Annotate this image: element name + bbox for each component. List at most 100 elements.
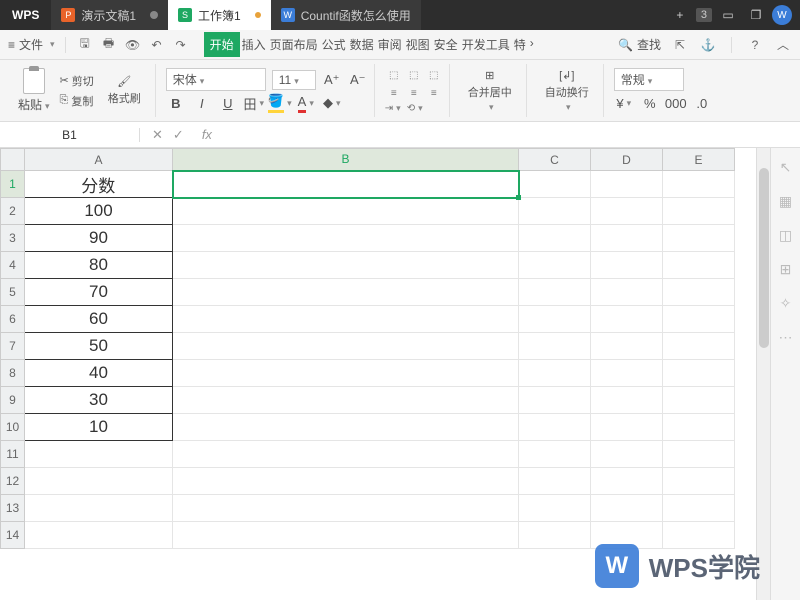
cell[interactable] [591, 333, 663, 360]
cell[interactable] [173, 522, 519, 549]
decrease-font-icon[interactable]: A⁻ [348, 70, 368, 90]
col-header-B[interactable]: B [173, 149, 519, 171]
cell[interactable] [519, 252, 591, 279]
align-center-icon[interactable]: ≡ [405, 85, 423, 101]
window-icon[interactable]: ❐ [744, 3, 768, 27]
row-header[interactable]: 7 [1, 333, 25, 360]
row-header[interactable]: 3 [1, 225, 25, 252]
cell[interactable] [173, 252, 519, 279]
cell-style-button[interactable]: ◆ [322, 93, 342, 113]
cell[interactable] [25, 522, 173, 549]
indent-button[interactable]: ⇥ [385, 103, 401, 114]
tab-help[interactable]: W Countif函数怎么使用 [271, 0, 421, 30]
tab-data[interactable]: 数据 [348, 32, 376, 57]
decrease-decimal-icon[interactable]: .0 [692, 93, 712, 113]
cell[interactable] [591, 468, 663, 495]
redo-icon[interactable]: ↷ [172, 36, 190, 54]
cell[interactable] [173, 279, 519, 306]
border-button[interactable]: 田 [244, 93, 264, 113]
tab-dev[interactable]: 开发工具 [460, 32, 512, 57]
row-header[interactable]: 5 [1, 279, 25, 306]
cell[interactable] [519, 225, 591, 252]
cancel-icon[interactable]: ✕ [152, 127, 163, 143]
tab-close-icon[interactable] [150, 11, 158, 19]
cell[interactable] [25, 441, 173, 468]
tab-formula[interactable]: 公式 [320, 32, 348, 57]
cell[interactable] [173, 198, 519, 225]
cell[interactable] [173, 441, 519, 468]
font-name-select[interactable]: 宋体 [166, 68, 266, 91]
side-group-icon[interactable]: ⊞ [777, 260, 795, 278]
cell[interactable] [519, 198, 591, 225]
cell[interactable]: 100 [25, 198, 173, 225]
cell[interactable] [591, 171, 663, 198]
side-tools-icon[interactable]: ✧ [777, 294, 795, 312]
cell[interactable] [663, 441, 735, 468]
cell[interactable] [591, 198, 663, 225]
cell[interactable] [663, 171, 735, 198]
row-header[interactable]: 13 [1, 495, 25, 522]
tab-layout[interactable]: 页面布局 [268, 32, 320, 57]
col-header-E[interactable]: E [663, 149, 735, 171]
cell[interactable] [519, 333, 591, 360]
tab-presentation[interactable]: P 演示文稿1 [51, 0, 168, 30]
wrap-button[interactable]: [↲] 自动换行 [537, 67, 597, 115]
cell[interactable] [25, 495, 173, 522]
percent-icon[interactable]: % [640, 93, 660, 113]
merge-button[interactable]: ⊞ 合并居中 [460, 67, 520, 115]
underline-button[interactable]: U [218, 93, 238, 113]
collapse-icon[interactable]: ︿ [774, 36, 792, 54]
cell[interactable] [519, 306, 591, 333]
cell[interactable]: 80 [25, 252, 173, 279]
cell[interactable] [663, 306, 735, 333]
tab-review[interactable]: 审阅 [376, 32, 404, 57]
cell-selected[interactable] [173, 171, 519, 198]
print-icon[interactable]: 🖶 [100, 36, 118, 54]
tab-overflow[interactable]: › [528, 32, 536, 57]
tab-home[interactable]: 开始 [204, 32, 240, 57]
row-header[interactable]: 9 [1, 387, 25, 414]
side-select-icon[interactable]: ↖ [777, 158, 795, 176]
format-painter-button[interactable]: 🖌 格式刷 [100, 73, 149, 108]
tab-workbook[interactable]: S 工作簿1 [168, 0, 271, 30]
new-tab-button[interactable]: + [668, 3, 692, 27]
cell[interactable]: 90 [25, 225, 173, 252]
cell[interactable] [663, 468, 735, 495]
cell[interactable] [519, 495, 591, 522]
cell[interactable] [663, 279, 735, 306]
cell[interactable] [173, 306, 519, 333]
scroll-thumb[interactable] [759, 168, 769, 348]
align-middle-icon[interactable]: ⬚ [405, 67, 423, 83]
fx-icon[interactable]: fx [202, 127, 212, 142]
cell[interactable] [663, 198, 735, 225]
cell[interactable] [519, 171, 591, 198]
paste-button[interactable]: 粘贴 [14, 66, 54, 115]
cell[interactable] [519, 279, 591, 306]
vertical-scrollbar[interactable] [756, 148, 770, 600]
cell[interactable] [519, 468, 591, 495]
number-format-select[interactable]: 常规 [614, 68, 684, 91]
avatar[interactable]: W [772, 5, 792, 25]
cell[interactable] [173, 333, 519, 360]
side-style-icon[interactable]: ▦ [777, 192, 795, 210]
comma-icon[interactable]: 000 [666, 93, 686, 113]
search-button[interactable]: 🔍 查找 [618, 36, 661, 53]
currency-icon[interactable]: ¥ [614, 93, 634, 113]
increase-font-icon[interactable]: A⁺ [322, 70, 342, 90]
preview-icon[interactable]: 👁 [124, 36, 142, 54]
tab-security[interactable]: 安全 [432, 32, 460, 57]
cell[interactable]: 30 [25, 387, 173, 414]
cell[interactable] [519, 387, 591, 414]
name-box[interactable]: B1 [0, 128, 140, 142]
bold-button[interactable]: B [166, 93, 186, 113]
cell[interactable] [519, 441, 591, 468]
cell[interactable] [663, 495, 735, 522]
cell[interactable] [591, 387, 663, 414]
row-header[interactable]: 14 [1, 522, 25, 549]
cell[interactable] [663, 252, 735, 279]
cell[interactable]: 50 [25, 333, 173, 360]
row-header[interactable]: 8 [1, 360, 25, 387]
cell[interactable] [663, 387, 735, 414]
cell[interactable] [591, 414, 663, 441]
cell[interactable] [663, 414, 735, 441]
